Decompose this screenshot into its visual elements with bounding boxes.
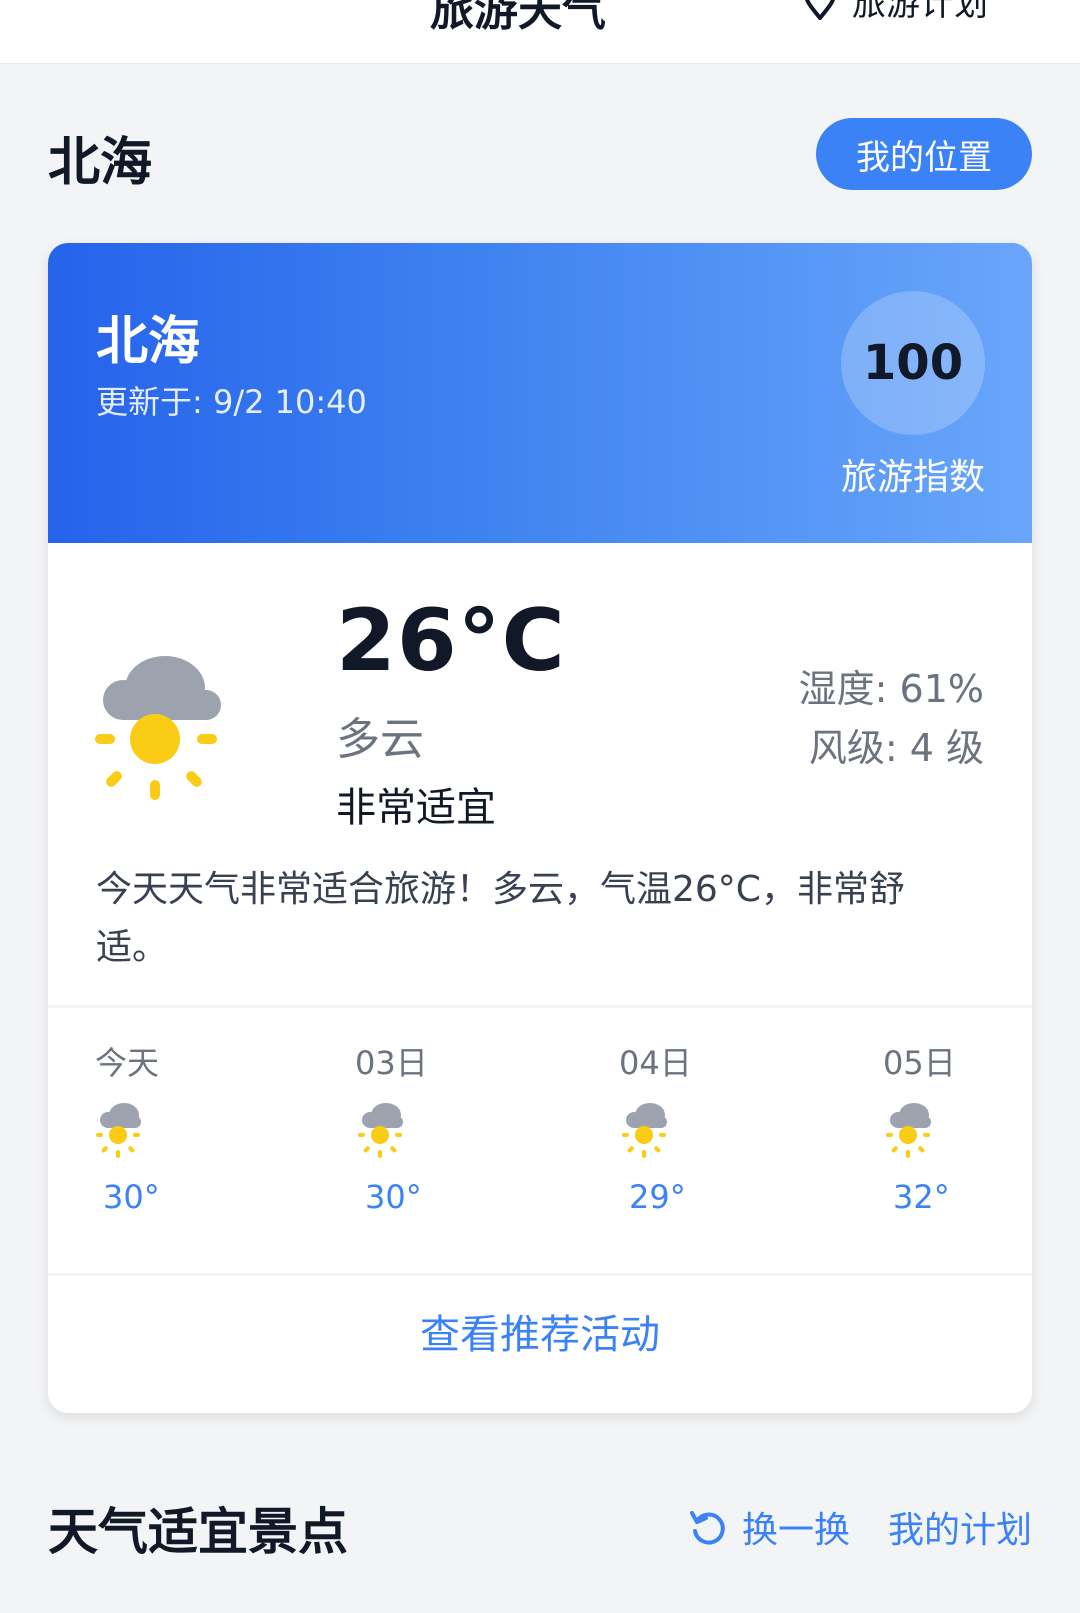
city-name: 北海 — [96, 312, 201, 372]
forecast-temperature: 32° — [893, 1178, 950, 1216]
weather-description: 今天天气非常适合旅游！多云，气温26°C，非常舒适。 — [96, 869, 905, 968]
travel-index-label: 旅游指数 — [840, 457, 985, 498]
map-pin-icon — [805, 0, 835, 20]
forecast-temperature: 30° — [103, 1178, 160, 1216]
attractions-section-title: 天气适宜景点 — [48, 1503, 348, 1561]
comfort-level: 非常适宜 — [336, 785, 496, 831]
forecast-day-item: 今天 30° — [95, 1038, 215, 1216]
forecast-temperature: 30° — [365, 1178, 422, 1216]
top-navigation-bar: 旅游天气 旅游计划 — [0, 0, 1080, 64]
app-title: 旅游天气 — [430, 0, 606, 36]
forecast-day-item: 05日 32° — [883, 1038, 1003, 1216]
weather-condition: 多云 — [336, 714, 424, 765]
travel-index-value: 100 — [841, 291, 985, 435]
forecast-day-label: 今天 — [95, 1044, 160, 1082]
refresh-icon — [690, 1511, 725, 1545]
travel-plan-link[interactable]: 旅游计划 — [800, 0, 988, 24]
forecast-day-label: 05日 — [883, 1044, 956, 1082]
my-location-button[interactable]: 我的位置 — [816, 118, 1032, 190]
forecast-day-label: 04日 — [619, 1044, 692, 1082]
weather-card-header: 北海 更新于: 9/2 10:40 100 旅游指数 — [48, 243, 1032, 543]
weather-card: 北海 更新于: 9/2 10:40 100 旅游指数 26°C 多云 非常适宜 … — [48, 243, 1032, 1413]
divider — [48, 1005, 1032, 1008]
updated-time: 更新于: 9/2 10:40 — [96, 383, 367, 421]
view-activities-button[interactable]: 查看推荐活动 — [48, 1276, 1032, 1386]
forecast-day-item: 04日 29° — [619, 1038, 739, 1216]
humidity-value: 湿度: 61% — [798, 667, 984, 711]
travel-plan-label: 旅游计划 — [852, 0, 988, 24]
my-plan-button[interactable]: 我的计划 — [888, 1502, 1032, 1552]
partly-cloudy-sun-icon — [358, 1103, 403, 1158]
partly-cloudy-sun-icon — [95, 656, 221, 800]
partly-cloudy-sun-icon — [622, 1103, 667, 1158]
current-temperature: 26°C — [336, 591, 566, 691]
refresh-button[interactable]: 换一换 — [688, 1502, 850, 1552]
partly-cloudy-sun-icon — [886, 1103, 931, 1158]
forecast-day-item: 03日 30° — [355, 1038, 475, 1216]
page-title: 北海 — [48, 133, 153, 193]
wind-level: 风级: 4 级 — [808, 726, 984, 770]
forecast-day-label: 03日 — [355, 1044, 428, 1082]
forecast-temperature: 29° — [629, 1178, 686, 1216]
location-header: 北海 我的位置 — [48, 112, 1032, 193]
refresh-label: 换一换 — [742, 1510, 851, 1551]
partly-cloudy-sun-icon — [96, 1103, 141, 1158]
